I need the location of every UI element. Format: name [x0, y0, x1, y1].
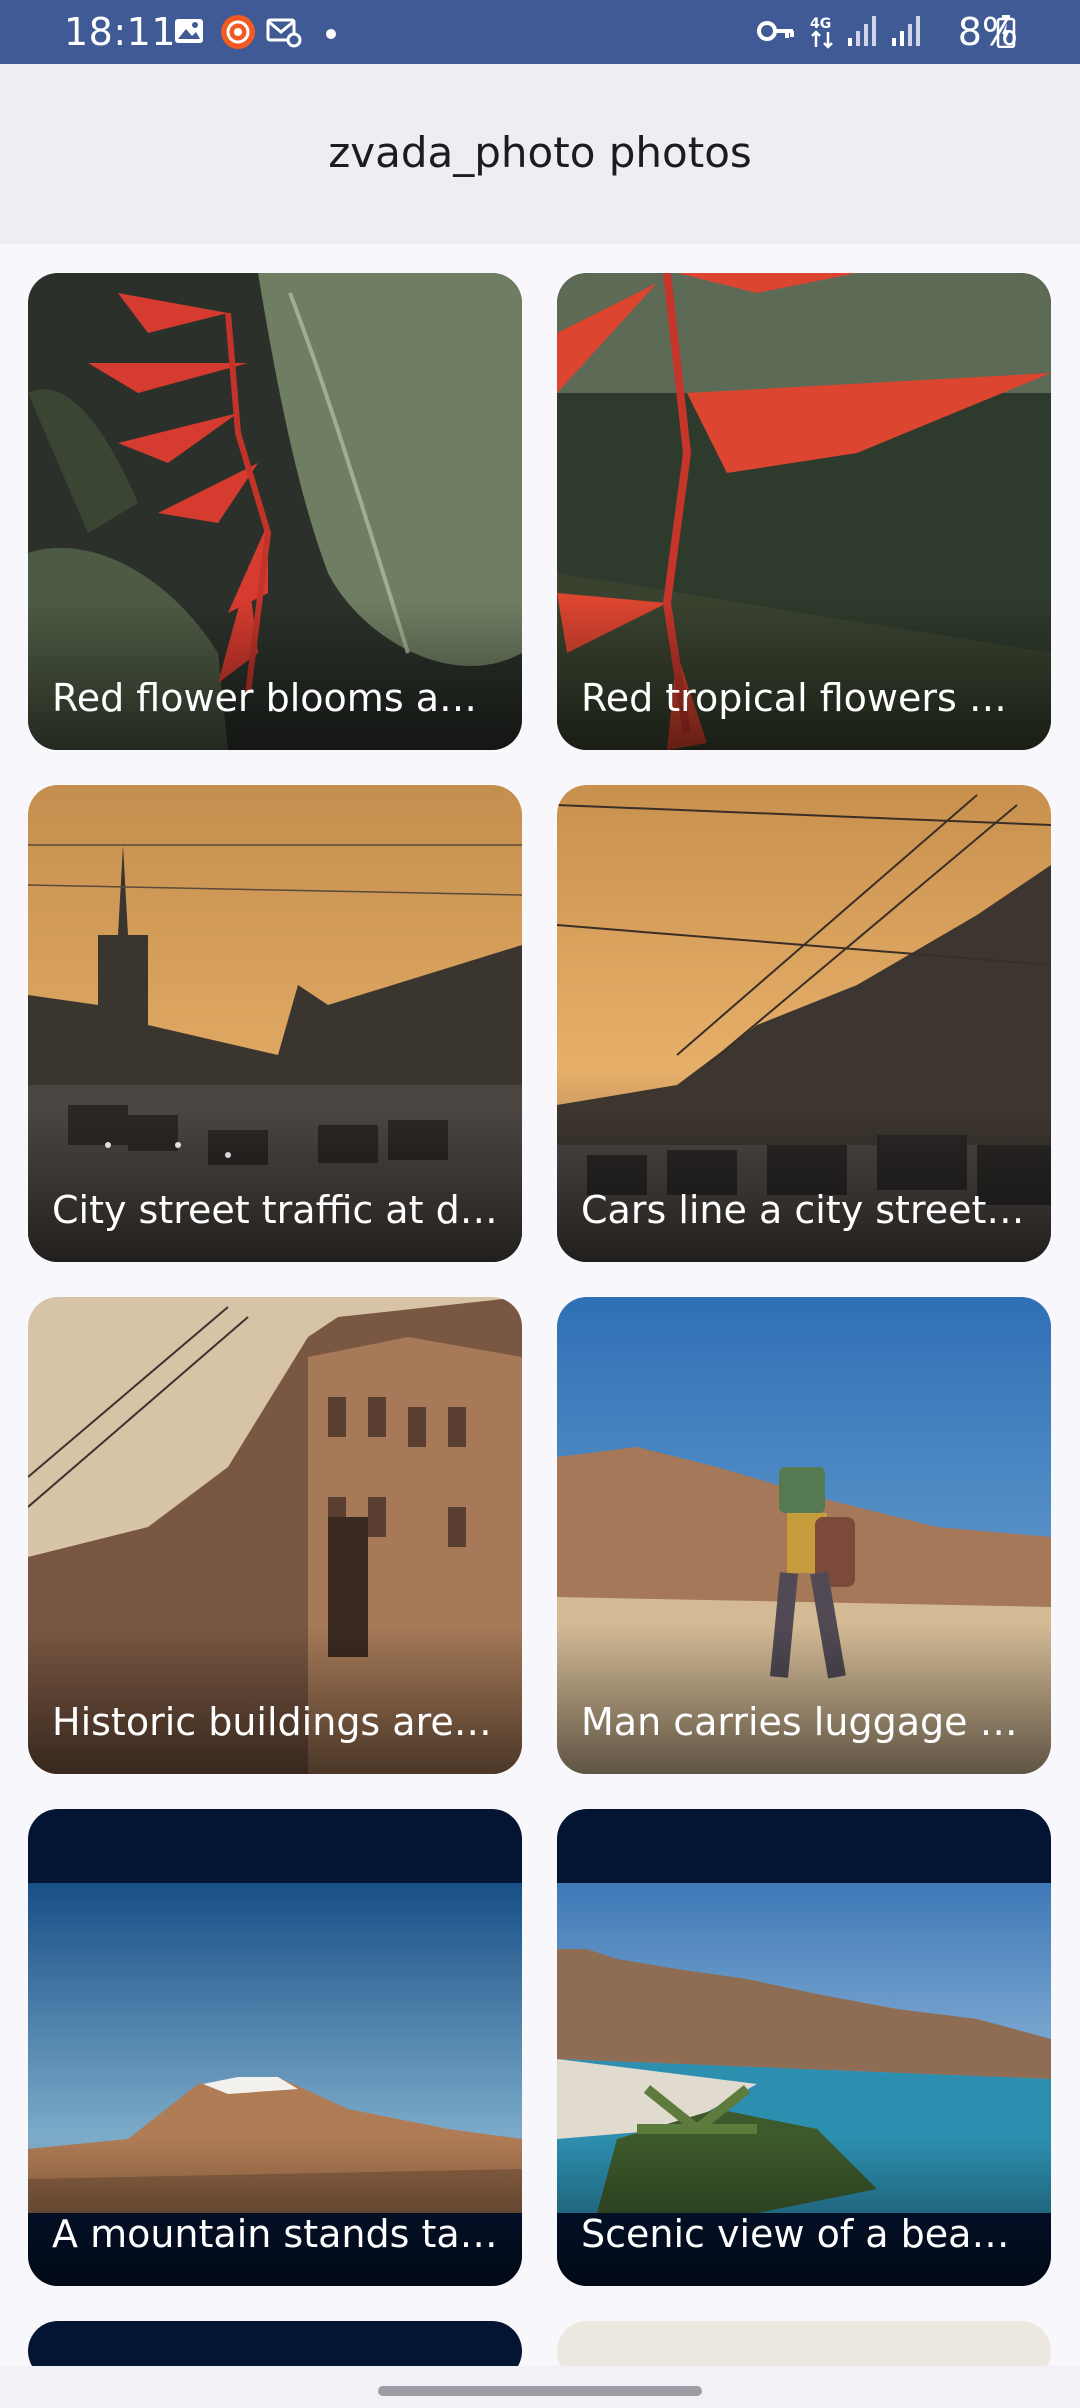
signal-icon — [846, 14, 880, 48]
navigation-bar — [0, 2366, 1080, 2408]
app-bar: zvada_photo photos — [0, 64, 1080, 244]
photo-card[interactable]: Red flower blooms ami... — [28, 273, 522, 750]
dot-icon — [326, 26, 336, 39]
vpn-key-icon — [756, 14, 796, 48]
photo-card[interactable]: Historic buildings are b... — [28, 1297, 522, 1774]
photo-caption: Red flower blooms ami... — [52, 676, 498, 720]
photo-card[interactable]: Cars line a city street a... — [557, 785, 1051, 1262]
photo-card[interactable]: Scenic view of a beach, ... — [557, 1809, 1051, 2286]
gallery-icon — [172, 14, 206, 48]
page-title: zvada_photo photos — [328, 128, 752, 177]
photo-caption: A mountain stands tall ... — [52, 2212, 498, 2256]
svg-text:4G: 4G — [810, 16, 831, 32]
photo-caption: Cars line a city street a... — [581, 1188, 1027, 1232]
photo-card[interactable]: Red tropical flowers ha... — [557, 273, 1051, 750]
status-time: 18:11 — [64, 10, 177, 54]
home-gesture-handle[interactable] — [378, 2386, 702, 2396]
screen-recorder-icon — [220, 14, 255, 49]
battery-charging-icon — [996, 14, 1016, 49]
photo-caption: Historic buildings are b... — [52, 1700, 498, 1744]
photo-caption: Red tropical flowers ha... — [581, 676, 1027, 720]
signal-icon-2 — [890, 14, 924, 48]
photo-card[interactable]: City street traffic at du... — [28, 785, 522, 1262]
photo-caption: Man carries luggage on... — [581, 1700, 1027, 1744]
status-bar: 18:11 4G 8% — [0, 0, 1080, 64]
photo-caption: Scenic view of a beach, ... — [581, 2212, 1027, 2256]
photo-card[interactable]: Man carries luggage on... — [557, 1297, 1051, 1774]
4g-data-icon: 4G — [808, 14, 838, 49]
photo-card[interactable]: A mountain stands tall ... — [28, 1809, 522, 2286]
mail-settings-icon — [266, 14, 302, 48]
photo-caption: City street traffic at du... — [52, 1188, 498, 1232]
